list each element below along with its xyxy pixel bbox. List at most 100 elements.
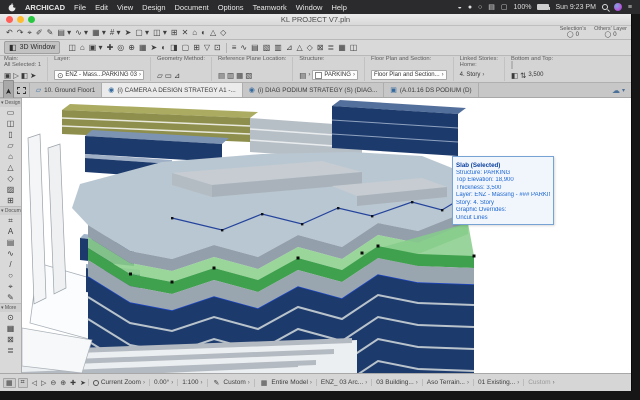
more-tool-icon[interactable]: ≣ xyxy=(7,345,14,356)
pen-set-control[interactable]: ✎ Custom › xyxy=(207,379,254,387)
tab-camera-a-design-strategy[interactable]: ◉ (i) CAMERA A DESIGN STRATEGY A1 -... xyxy=(102,83,243,97)
design-tool-icon[interactable]: ▯ xyxy=(8,129,12,140)
toolbar-icon[interactable]: ◫ xyxy=(348,42,360,54)
toolbar-icon[interactable]: ↶ xyxy=(4,27,15,39)
document-tool-icon[interactable]: ○ xyxy=(8,270,13,281)
existing-combo-control[interactable]: 01 Existing... › xyxy=(473,379,523,386)
drop-icon[interactable]: ○ xyxy=(478,4,482,11)
model-filter-control[interactable]: ▦ Entire Model › xyxy=(254,379,316,387)
toolbar-icon[interactable]: ⊕ xyxy=(126,42,137,54)
toolbar-icon[interactable]: ▦ xyxy=(336,42,348,54)
toolbar-icon[interactable]: ✎ xyxy=(45,27,56,39)
elevation-value[interactable]: 3,500 xyxy=(528,72,543,78)
menu-view[interactable]: View xyxy=(117,3,133,12)
toolbar-icon[interactable]: ◐ xyxy=(199,27,208,39)
design-tool-icon[interactable]: △ xyxy=(7,162,13,173)
reference-plane-icon[interactable]: ▥ xyxy=(227,72,234,80)
geometry-method-icon[interactable]: ▱ xyxy=(157,72,163,80)
apple-icon[interactable] xyxy=(8,3,16,12)
menu-window[interactable]: Window xyxy=(296,3,323,12)
toolbar-icon[interactable]: ◫ ▾ xyxy=(151,27,169,39)
reference-plane-icon[interactable]: ▦ xyxy=(236,72,243,80)
spotlight-icon[interactable] xyxy=(602,4,608,10)
layer-combination-control[interactable]: ENZ_ 03 Arc... › xyxy=(316,379,371,386)
arrow-tool-button[interactable]: ➤ xyxy=(3,80,14,100)
teamwork-cloud-control[interactable]: ☁ ▾ xyxy=(606,83,631,97)
reference-plane-icon[interactable]: ▧ xyxy=(245,72,252,80)
menu-help[interactable]: Help xyxy=(331,3,346,12)
toolbar-icon[interactable]: ➤ xyxy=(123,27,134,39)
toolbox-section-design[interactable]: ▾ Design xyxy=(0,98,21,107)
toolbar-icon[interactable]: ◇ xyxy=(305,42,315,54)
toolbar-icon[interactable]: ▦ ▾ xyxy=(90,27,108,39)
structure-dropdown[interactable]: PARKING › xyxy=(312,70,358,80)
3d-window-button[interactable]: ◧ 3D Window xyxy=(4,41,60,54)
toolbar-icon[interactable]: ▤ xyxy=(249,42,261,54)
tracker-button[interactable]: ⌗ xyxy=(18,378,28,388)
toolbar-icon[interactable]: ⊡ xyxy=(212,42,223,54)
zoom-out-icon[interactable]: ⊖ xyxy=(48,379,58,387)
floorplan-dropdown[interactable]: Floor Plan and Section... › xyxy=(371,70,447,80)
toolbar-icon[interactable]: ✕ xyxy=(180,27,191,39)
toolbar-icon[interactable]: ◫ xyxy=(66,42,78,54)
toolbar-icon[interactable]: ⊠ xyxy=(315,42,326,54)
toolbar-icon[interactable]: # ▾ xyxy=(108,27,123,39)
toolbar-icon[interactable]: ⊿ xyxy=(284,42,295,54)
design-tool-icon[interactable]: ▱ xyxy=(7,140,13,151)
marquee-tool-button[interactable] xyxy=(17,87,26,94)
tab-ground-floor[interactable]: ▱ 10. Ground Floor1 xyxy=(30,83,103,97)
toolbar-icon[interactable]: ⌖ xyxy=(25,27,34,39)
building-combo-control[interactable]: 03 Building... › xyxy=(371,379,422,386)
main-tool-icon[interactable]: ▣ xyxy=(4,72,11,80)
back-arrow-icon[interactable]: ◁ xyxy=(30,379,39,387)
design-tool-icon[interactable]: ▨ xyxy=(7,184,15,195)
geometry-method-icon[interactable]: ⊿ xyxy=(174,72,180,80)
design-tool-icon[interactable]: ◫ xyxy=(7,118,15,129)
main-tool-icon[interactable]: ➤ xyxy=(30,72,36,80)
menu-design[interactable]: Design xyxy=(142,3,165,12)
toolbar-icon[interactable]: △ xyxy=(295,42,305,54)
toolbox-section-more[interactable]: ▾ More xyxy=(0,303,21,312)
recording-dot-icon[interactable]: ● xyxy=(468,4,472,11)
eye-icon[interactable]: ⊙ xyxy=(57,72,63,80)
main-tool-icon[interactable]: ▷ xyxy=(13,72,19,80)
document-tool-icon[interactable]: A xyxy=(8,226,13,237)
terrain-combo-control[interactable]: Aso Terrain... › xyxy=(422,379,473,386)
toolbar-icon[interactable]: ▣ ▾ xyxy=(87,42,105,54)
toolbar-icon[interactable]: △ xyxy=(208,27,218,39)
top-offset-field[interactable] xyxy=(511,61,513,69)
notification-center-icon[interactable]: ≡ xyxy=(628,4,632,11)
selection-oval-icon[interactable]: ◯ xyxy=(567,32,574,38)
toolbar-icon[interactable]: ▽ xyxy=(202,42,212,54)
toolbar-icon[interactable]: ◎ xyxy=(115,42,126,54)
menu-options[interactable]: Options xyxy=(218,3,244,12)
document-tool-icon[interactable]: ▤ xyxy=(7,237,15,248)
shield-icon[interactable]: ◒ xyxy=(458,4,462,11)
quick-options-button[interactable]: ▦ xyxy=(3,378,16,388)
toolbar-icon[interactable]: ◇ xyxy=(218,27,228,39)
toolbar-icon[interactable]: ◨ xyxy=(168,42,180,54)
toolbar-icon[interactable]: ▢ ▾ xyxy=(133,27,151,39)
menu-edit[interactable]: Edit xyxy=(95,3,108,12)
toolbar-icon[interactable]: ≣ xyxy=(326,42,337,54)
custom-combo-control[interactable]: Custom › xyxy=(523,379,558,386)
rotation-control[interactable]: 0.00° › xyxy=(149,379,177,386)
3d-viewport[interactable]: Slab (Selected) Structure: PARKINGTop El… xyxy=(22,98,631,373)
toolbar-icon[interactable]: ✚ xyxy=(105,42,116,54)
scale-control[interactable]: 1:100 › xyxy=(177,379,206,386)
toolbar-icon[interactable]: ≡ xyxy=(230,42,239,54)
siri-icon[interactable] xyxy=(614,3,622,11)
toolbar-icon[interactable]: ⌂ xyxy=(78,42,87,54)
toolbar-icon[interactable]: ▧ xyxy=(261,42,273,54)
main-tool-icon[interactable]: ◧ xyxy=(21,72,28,80)
toolbar-icon[interactable]: ▢ xyxy=(180,42,192,54)
tab-ds-podium-layout[interactable]: ▣ (A.01.16 DS PODIUM (D) xyxy=(384,83,478,97)
menu-teamwork[interactable]: Teamwork xyxy=(253,3,287,12)
toolbox-section-document[interactable]: ▾ Document xyxy=(0,206,21,215)
design-tool-icon[interactable]: ◇ xyxy=(7,173,13,184)
zoom-in-icon[interactable]: ⊕ xyxy=(58,379,68,387)
orbit-icon[interactable]: ➤ xyxy=(78,379,88,387)
document-tool-icon[interactable]: ⌗ xyxy=(8,215,13,226)
menu-archicad[interactable]: ARCHICAD xyxy=(25,3,65,12)
document-tool-icon[interactable]: ⌖ xyxy=(8,281,13,292)
